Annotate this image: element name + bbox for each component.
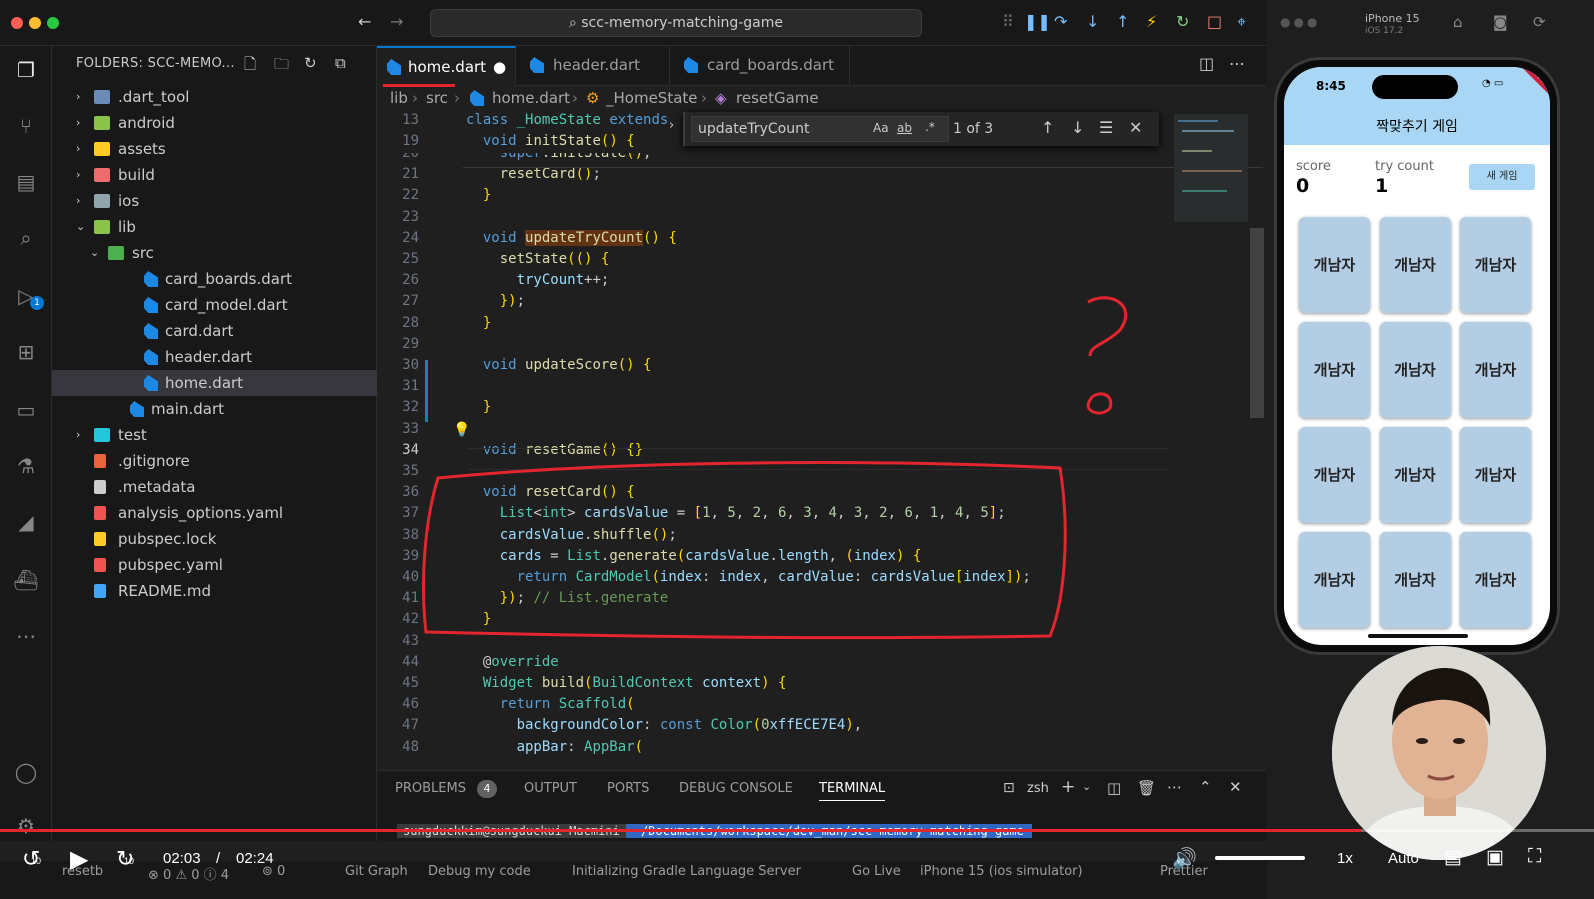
- split-terminal-icon[interactable]: ◫: [1107, 779, 1121, 797]
- annotation-question-dot: [1086, 392, 1113, 415]
- home-indicator: [1368, 634, 1468, 638]
- play-icon[interactable]: ▶: [70, 845, 88, 874]
- time-separator: /: [216, 850, 221, 867]
- memory-card[interactable]: 개남자: [1460, 427, 1531, 523]
- chevron-down-icon[interactable]: ⌄: [1082, 780, 1091, 793]
- progress-fill: [0, 829, 1362, 832]
- current-time: 02:03: [163, 850, 201, 867]
- volume-slider[interactable]: [1215, 856, 1305, 860]
- memory-card[interactable]: 개남자: [1299, 322, 1370, 418]
- wifi-battery-icon: ◔ ▭: [1482, 78, 1504, 89]
- home-icon[interactable]: ⌂: [1453, 13, 1463, 31]
- app-bar: 8:45 ◔ ▭ DEBUG 짝맞추기 게임: [1284, 67, 1550, 145]
- close-panel-icon[interactable]: ✕: [1229, 778, 1242, 796]
- forward-10-label: 10: [124, 856, 135, 866]
- duration: 02:24: [236, 850, 274, 867]
- app-title: 짝맞추기 게임: [1376, 119, 1458, 135]
- more-actions-icon[interactable]: ⋯: [1167, 778, 1182, 796]
- presenter-left-eye: [1416, 738, 1428, 744]
- playback-speed[interactable]: 1x: [1337, 850, 1353, 867]
- maximize-panel-icon[interactable]: ⌃: [1199, 778, 1212, 796]
- try-count-value: 1: [1375, 175, 1389, 197]
- debug-banner: DEBUG: [1514, 67, 1550, 103]
- annotation-question-mark: [1087, 296, 1128, 357]
- memory-card[interactable]: 개남자: [1460, 217, 1531, 313]
- memory-card[interactable]: 개남자: [1299, 217, 1370, 313]
- video-player-controls: ↺ 10 ▶ ↻ 10 02:03 / 02:24 🔊 1x Auto ▤ ▣ …: [0, 820, 1594, 899]
- tab-problems[interactable]: PROBLEMS: [395, 781, 466, 796]
- status-time: 8:45: [1316, 79, 1346, 93]
- quality-selector[interactable]: Auto: [1388, 850, 1419, 867]
- presenter-right-eye: [1453, 738, 1465, 744]
- new-terminal-icon[interactable]: +: [1061, 777, 1075, 797]
- sim-device-name: iPhone 15: [1365, 12, 1420, 25]
- tab-debug-console[interactable]: DEBUG CONSOLE: [679, 781, 793, 796]
- try-count-label: try count: [1375, 159, 1434, 174]
- terminal-shell-label[interactable]: zsh: [1027, 781, 1049, 796]
- pip-icon[interactable]: ▣: [1486, 846, 1504, 869]
- screenshot-icon[interactable]: ◙: [1493, 13, 1508, 31]
- annotation-box-outline: [421, 461, 1067, 640]
- sim-os-version: iOS 17.2: [1365, 26, 1404, 36]
- screen-root: ← → ⌕ scc-memory-matching-game ⠿ ❚❚ ↷ ↓ …: [0, 0, 1594, 899]
- rotate-icon[interactable]: ⟳: [1533, 13, 1546, 31]
- dynamic-island: [1372, 75, 1458, 99]
- score-label: score: [1296, 159, 1331, 174]
- terminal-shell-icon[interactable]: ⊡: [1003, 780, 1015, 796]
- iphone-screen: 8:45 ◔ ▭ DEBUG 짝맞추기 게임 score 0 try count…: [1284, 67, 1550, 645]
- memory-card[interactable]: 개남자: [1299, 427, 1370, 523]
- annotation-layer: [421, 296, 1128, 640]
- fullscreen-icon[interactable]: ⛶: [1528, 846, 1541, 868]
- volume-icon[interactable]: 🔊: [1172, 846, 1197, 871]
- memory-card[interactable]: 개남자: [1460, 532, 1531, 628]
- memory-card[interactable]: 개남자: [1379, 322, 1451, 418]
- tab-output[interactable]: OUTPUT: [524, 781, 577, 796]
- tab-terminal[interactable]: TERMINAL: [819, 781, 886, 801]
- trash-icon[interactable]: 🗑: [1137, 779, 1156, 797]
- tab-ports[interactable]: PORTS: [607, 781, 649, 796]
- score-value: 0: [1296, 175, 1310, 197]
- memory-card[interactable]: 개남자: [1379, 427, 1451, 523]
- new-game-button[interactable]: 새 게임: [1469, 164, 1535, 190]
- problems-badge: 4: [477, 780, 497, 798]
- memory-card[interactable]: 개남자: [1460, 322, 1531, 418]
- vscode-window: ← → ⌕ scc-memory-matching-game ⠿ ❚❚ ↷ ↓ …: [0, 0, 1266, 899]
- memory-card[interactable]: 개남자: [1379, 532, 1451, 628]
- rewind-10-label: 10: [31, 856, 42, 866]
- captions-icon[interactable]: ▤: [1444, 846, 1462, 869]
- memory-card[interactable]: 개남자: [1299, 532, 1370, 628]
- sim-window-controls[interactable]: ●●●: [1280, 15, 1320, 29]
- memory-card[interactable]: 개남자: [1379, 217, 1451, 313]
